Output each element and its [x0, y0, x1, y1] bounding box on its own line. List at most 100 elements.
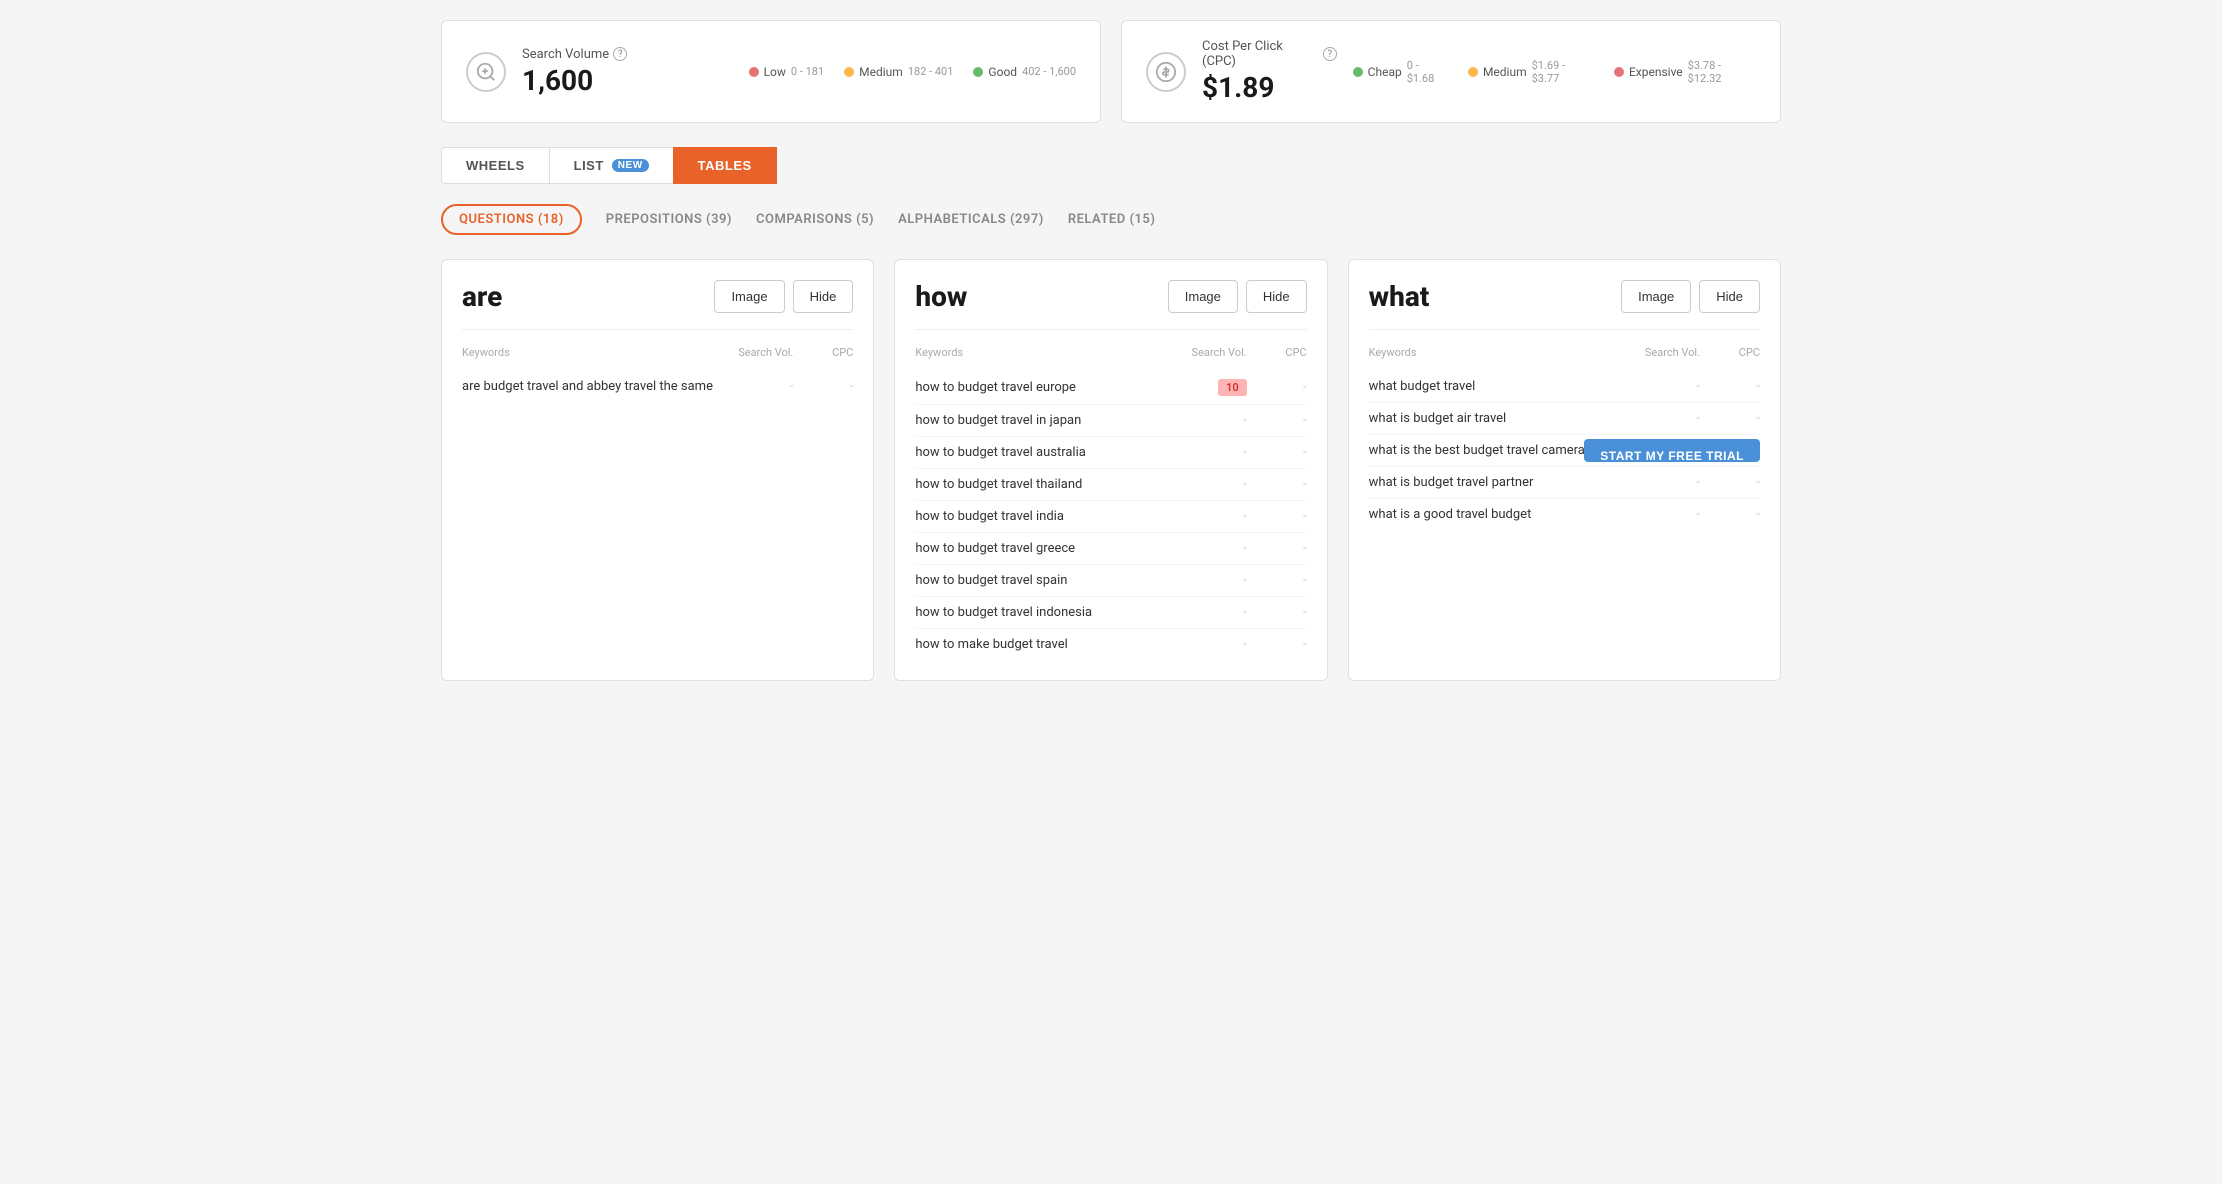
- cpc-icon: [1146, 52, 1186, 92]
- search-volume-card: Search Volume ? 1,600 Low 0 - 181 Medium…: [441, 20, 1101, 123]
- filter-alphabeticals[interactable]: ALPHABETICALS (297): [898, 206, 1044, 233]
- card-what-buttons: Image Hide: [1621, 280, 1760, 313]
- col-search-vol-how: Search Vol.: [1167, 346, 1247, 359]
- table-row: how to budget travel thailand - -: [915, 469, 1306, 501]
- search-volume-help-icon[interactable]: ?: [613, 47, 627, 61]
- card-how-image-btn[interactable]: Image: [1168, 280, 1238, 313]
- keyword-text: how to budget travel in japan: [915, 413, 1166, 428]
- table-row: what is the best budget travel camera - …: [1369, 435, 1760, 467]
- table-row: how to budget travel indonesia - -: [915, 597, 1306, 629]
- legend-low-dot: [749, 67, 759, 77]
- col-keywords-how: Keywords: [915, 346, 1166, 359]
- search-volume-legend: Low 0 - 181 Medium 182 - 401 Good 402 - …: [749, 65, 1076, 79]
- col-search-vol: Search Vol.: [713, 346, 793, 359]
- keyword-card-what: what Image Hide Keywords Search Vol. CPC…: [1348, 259, 1781, 681]
- tab-tables[interactable]: TABLES: [673, 147, 777, 184]
- col-cpc: CPC: [793, 346, 853, 359]
- card-how-hide-btn[interactable]: Hide: [1246, 280, 1307, 313]
- keyword-text: how to budget travel indonesia: [915, 605, 1166, 620]
- keyword-text: are budget travel and abbey travel the s…: [462, 379, 713, 394]
- keyword-cpc: -: [1247, 509, 1307, 524]
- filter-tabs: QUESTIONS (18) PREPOSITIONS (39) COMPARI…: [441, 204, 1781, 235]
- card-what-hide-btn[interactable]: Hide: [1699, 280, 1760, 313]
- keyword-vol: -: [1167, 637, 1247, 652]
- keyword-cpc: -: [1247, 605, 1307, 620]
- table-row: what budget travel - -: [1369, 371, 1760, 403]
- keyword-card-how: how Image Hide Keywords Search Vol. CPC …: [894, 259, 1327, 681]
- keyword-vol: -: [1167, 573, 1247, 588]
- table-row: are budget travel and abbey travel the s…: [462, 371, 853, 402]
- table-row: how to make budget travel - -: [915, 629, 1306, 660]
- legend-good-dot: [973, 67, 983, 77]
- search-volume-info: Search Volume ? 1,600: [522, 47, 627, 97]
- tab-list[interactable]: LIST NEW: [549, 147, 674, 184]
- col-cpc-what: CPC: [1700, 346, 1760, 359]
- view-tabs: WHEELS LIST NEW TABLES: [441, 147, 1781, 184]
- table-row: what is budget travel partner - -: [1369, 467, 1760, 499]
- keyword-vol: -: [1167, 445, 1247, 460]
- filter-comparisons[interactable]: COMPARISONS (5): [756, 206, 874, 233]
- card-are-table-header: Keywords Search Vol. CPC: [462, 342, 853, 363]
- keyword-text: how to budget travel greece: [915, 541, 1166, 556]
- cpc-legend: Cheap 0 - $1.68 Medium $1.69 - $3.77 Exp…: [1353, 59, 1756, 85]
- keyword-text: what budget travel: [1369, 379, 1620, 394]
- table-row: how to budget travel india - -: [915, 501, 1306, 533]
- card-how-table-header: Keywords Search Vol. CPC: [915, 342, 1306, 363]
- legend-medium-vol-dot: [844, 67, 854, 77]
- keyword-vol: -: [1620, 475, 1700, 490]
- filter-questions[interactable]: QUESTIONS (18): [441, 204, 582, 235]
- keyword-cpc: -: [1700, 507, 1760, 522]
- card-are-divider: [462, 329, 853, 330]
- cpc-value: $1.89: [1202, 71, 1337, 104]
- card-what-header: what Image Hide: [1369, 280, 1760, 313]
- legend-expensive-dot: [1614, 67, 1624, 77]
- keyword-text: what is budget travel partner: [1369, 475, 1620, 490]
- col-cpc-how: CPC: [1247, 346, 1307, 359]
- keyword-vol: -: [1620, 379, 1700, 394]
- keyword-vol: -: [1167, 605, 1247, 620]
- keyword-cpc: -: [793, 379, 853, 394]
- card-how-buttons: Image Hide: [1168, 280, 1307, 313]
- card-are-image-btn[interactable]: Image: [714, 280, 784, 313]
- table-row: how to budget travel spain - -: [915, 565, 1306, 597]
- search-volume-value: 1,600: [522, 64, 627, 97]
- legend-medium-cpc-dot: [1468, 67, 1478, 77]
- legend-good: Good 402 - 1,600: [973, 65, 1076, 79]
- keyword-cpc: -: [1247, 413, 1307, 428]
- table-row: what is a good travel budget - -: [1369, 499, 1760, 530]
- cpc-help-icon[interactable]: ?: [1323, 47, 1337, 61]
- keyword-text: how to budget travel australia: [915, 445, 1166, 460]
- keyword-cpc: -: [1247, 637, 1307, 652]
- keyword-vol: -: [1167, 509, 1247, 524]
- keyword-cpc: -: [1247, 573, 1307, 588]
- table-row: what is budget air travel - -: [1369, 403, 1760, 435]
- cpc-card: Cost Per Click (CPC) ? $1.89 Cheap 0 - $…: [1121, 20, 1781, 123]
- keyword-text: how to make budget travel: [915, 637, 1166, 652]
- legend-expensive: Expensive $3.78 - $12.32: [1614, 59, 1756, 85]
- keyword-card-are: are Image Hide Keywords Search Vol. CPC …: [441, 259, 874, 681]
- keyword-cpc: -: [1700, 411, 1760, 426]
- card-how-header: how Image Hide: [915, 280, 1306, 313]
- filter-related[interactable]: RELATED (15): [1068, 206, 1156, 233]
- start-trial-button[interactable]: START MY FREE TRIAL: [1584, 439, 1760, 462]
- keyword-text: what is the best budget travel camera: [1369, 443, 1620, 458]
- legend-low: Low 0 - 181: [749, 65, 825, 79]
- keyword-vol: -: [1620, 411, 1700, 426]
- keyword-text: how to budget travel india: [915, 509, 1166, 524]
- keyword-cpc: -: [1247, 477, 1307, 492]
- table-row: how to budget travel greece - -: [915, 533, 1306, 565]
- keyword-cpc: -: [1247, 541, 1307, 556]
- tab-wheels[interactable]: WHEELS: [441, 147, 550, 184]
- keyword-text: how to budget travel europe: [915, 380, 1166, 395]
- card-what-image-btn[interactable]: Image: [1621, 280, 1691, 313]
- card-are-hide-btn[interactable]: Hide: [793, 280, 854, 313]
- card-how-word: how: [915, 280, 967, 313]
- keyword-cards-grid: are Image Hide Keywords Search Vol. CPC …: [441, 259, 1781, 681]
- card-what-divider: [1369, 329, 1760, 330]
- keyword-vol: -: [1620, 507, 1700, 522]
- col-search-vol-what: Search Vol.: [1620, 346, 1700, 359]
- keyword-text: what is a good travel budget: [1369, 507, 1620, 522]
- filter-prepositions[interactable]: PREPOSITIONS (39): [606, 206, 732, 233]
- table-row: how to budget travel australia - -: [915, 437, 1306, 469]
- stats-bar: Search Volume ? 1,600 Low 0 - 181 Medium…: [441, 20, 1781, 123]
